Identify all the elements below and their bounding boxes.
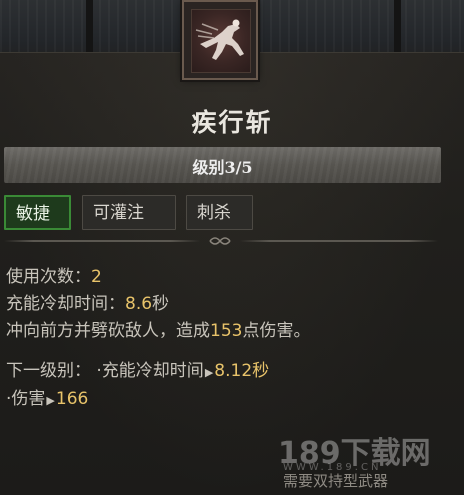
- divider-ornament-icon: [209, 237, 231, 245]
- stat-cooldown: 充能冷却时间：8.6秒: [6, 294, 170, 314]
- tag-agility[interactable]: 敏捷: [4, 195, 71, 230]
- section-divider-left: [4, 240, 200, 242]
- skill-icon-frame: [182, 0, 258, 80]
- next-level-cooldown: 下一级别： ·充能冷却时间▶8.12秒: [6, 361, 270, 381]
- tag-imbueable[interactable]: 可灌注: [82, 195, 176, 230]
- stat-uses: 使用次数：2: [6, 267, 102, 287]
- arrow-right-icon: ▶: [46, 394, 55, 407]
- arrow-right-icon: ▶: [204, 366, 214, 379]
- skill-title: 疾行斩: [191, 108, 273, 137]
- running-slash-icon: [191, 9, 251, 73]
- skill-level-text: 级别3/5: [192, 158, 253, 177]
- skill-level-bar: 级别3/5: [4, 147, 441, 183]
- tag-assassinate[interactable]: 刺杀: [186, 195, 253, 230]
- section-divider-right: [240, 240, 438, 242]
- next-level-damage: ·伤害▶166: [6, 389, 89, 409]
- watermark-url: WWW.189.CN: [283, 462, 382, 473]
- weapon-requirement: 需要双持型武器: [283, 472, 389, 490]
- skill-description: 冲向前方并劈砍敌人，造成153点伤害。: [6, 321, 311, 341]
